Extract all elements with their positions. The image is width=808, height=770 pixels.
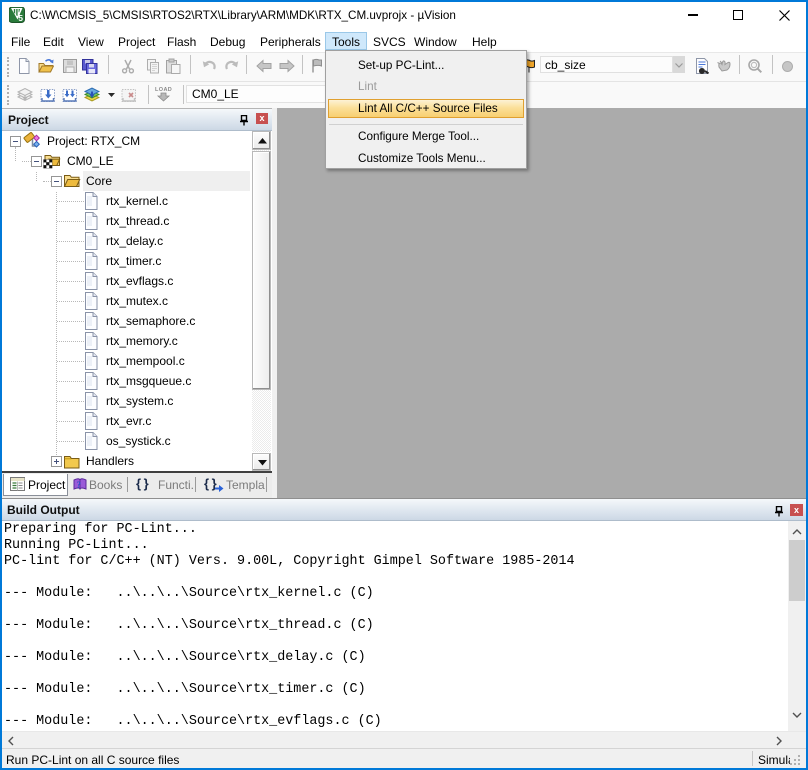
svg-text:5: 5 bbox=[18, 13, 23, 23]
svg-text:LOAD: LOAD bbox=[155, 87, 172, 93]
svg-text:?: ? bbox=[77, 480, 82, 490]
